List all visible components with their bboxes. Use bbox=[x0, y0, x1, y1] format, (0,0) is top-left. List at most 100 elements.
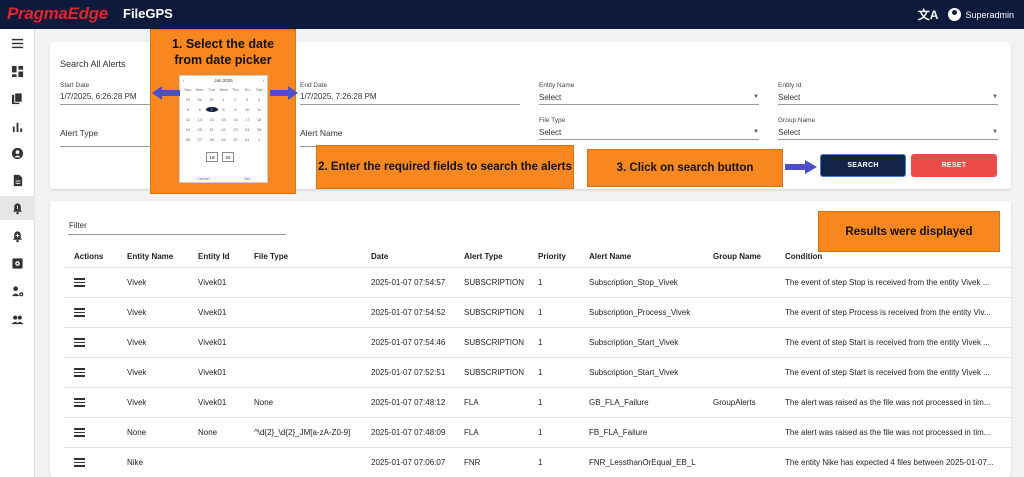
calendar-day[interactable]: 26 bbox=[182, 137, 194, 142]
next-month-icon[interactable]: › bbox=[263, 78, 265, 83]
sidebar-item-reports[interactable] bbox=[0, 114, 35, 138]
column-header-group-name[interactable]: Group Name bbox=[713, 246, 761, 267]
top-right-controls: 文A Superadmin bbox=[918, 6, 1014, 23]
prev-month-icon[interactable]: ‹ bbox=[183, 78, 185, 83]
search-button[interactable]: SEARCH bbox=[820, 154, 906, 177]
column-header-date[interactable]: Date bbox=[371, 246, 388, 267]
calendar-day[interactable]: 30 bbox=[194, 97, 206, 102]
sidebar-item-alert-settings[interactable] bbox=[0, 224, 35, 248]
calendar-day[interactable]: 9 bbox=[229, 107, 241, 112]
calendar-day[interactable]: 28 bbox=[206, 137, 218, 142]
column-header-entity-id[interactable]: Entity Id bbox=[198, 246, 230, 267]
sidebar-item-account[interactable] bbox=[0, 141, 35, 165]
row-actions-button[interactable] bbox=[74, 358, 85, 387]
calendar-day[interactable]: 17 bbox=[241, 117, 253, 122]
calendar-day[interactable]: 8 bbox=[218, 107, 230, 112]
cell-date: 2025-01-07 07:48:09 bbox=[371, 428, 446, 437]
file-type-field[interactable]: File Type Select ▼ bbox=[539, 117, 759, 140]
file-type-select[interactable]: Select ▼ bbox=[539, 127, 759, 140]
group-name-field[interactable]: Group Name Select ▼ bbox=[778, 117, 998, 140]
table-row[interactable]: Vivek Vivek01 None 2025-01-07 07:48:12 FLA 1 G… bbox=[64, 388, 1011, 418]
column-header-alert-type[interactable]: Alert Type bbox=[464, 246, 503, 267]
group-name-select[interactable]: Select ▼ bbox=[778, 127, 998, 140]
calendar-day[interactable]: 23 bbox=[229, 127, 241, 132]
calendar-day[interactable]: 1 bbox=[253, 137, 265, 142]
sidebar-item-groups[interactable] bbox=[0, 307, 35, 331]
alert-name-label: Alert Name bbox=[300, 128, 343, 138]
calendar-day[interactable]: 15 bbox=[218, 117, 230, 122]
sidebar-item-documents[interactable] bbox=[0, 168, 35, 192]
translate-icon[interactable]: 文A bbox=[918, 6, 939, 23]
sidebar-item-alerts[interactable] bbox=[0, 196, 35, 220]
calendar-day[interactable]: 22 bbox=[218, 127, 230, 132]
calendar-day[interactable]: 29 bbox=[182, 97, 194, 102]
column-header-entity-name[interactable]: Entity Name bbox=[127, 246, 173, 267]
hour-input[interactable]: 18 bbox=[206, 152, 218, 162]
calendar-day[interactable]: 29 bbox=[218, 137, 230, 142]
calendar-day[interactable]: 27 bbox=[194, 137, 206, 142]
entity-id-field[interactable]: Entity Id Select ▼ bbox=[778, 82, 998, 105]
sidebar-item-settings[interactable] bbox=[0, 251, 35, 275]
calendar-day[interactable]: 3 bbox=[241, 97, 253, 102]
calendar-day[interactable]: 18 bbox=[253, 117, 265, 122]
date-picker[interactable]: ‹ Jan 2025 › Sun Mon Tue Wed Thu Fri Sat 29 30 31… bbox=[179, 75, 268, 183]
table-row[interactable]: Vivek Vivek01 2025-01-07 07:52:51 SUBSCRIPT… bbox=[64, 358, 1011, 388]
menu-icon bbox=[74, 308, 85, 317]
calendar-day[interactable]: 24 bbox=[241, 127, 253, 132]
row-actions-button[interactable] bbox=[74, 328, 85, 357]
table-row[interactable]: Nike 2025-01-07 07:06:07 FNR 1 FNR_LessthanO… bbox=[64, 448, 1011, 477]
calendar-day[interactable]: 16 bbox=[229, 117, 241, 122]
calendar-day[interactable]: 20 bbox=[194, 127, 206, 132]
row-actions-button[interactable] bbox=[74, 298, 85, 327]
calendar-day[interactable]: 2 bbox=[229, 97, 241, 102]
entity-name-field[interactable]: Entity Name Select ▼ bbox=[539, 82, 759, 105]
sidebar-item-files[interactable] bbox=[0, 86, 35, 110]
user-menu[interactable]: Superadmin bbox=[948, 8, 1014, 21]
column-header-actions[interactable]: Actions bbox=[74, 246, 103, 267]
calendar-day[interactable]: 14 bbox=[206, 117, 218, 122]
calendar-day[interactable]: 5 bbox=[182, 107, 194, 112]
calendar-day[interactable]: 30 bbox=[229, 137, 241, 142]
calendar-day[interactable]: 4 bbox=[253, 97, 265, 102]
minute-input[interactable]: 26 bbox=[222, 152, 234, 162]
table-row[interactable]: Vivek Vivek01 2025-01-07 07:54:57 SUBSCRIPT… bbox=[64, 268, 1011, 298]
menu-icon bbox=[74, 368, 85, 377]
calendar-day[interactable]: 11 bbox=[253, 107, 265, 112]
table-row[interactable]: Vivek Vivek01 2025-01-07 07:54:46 SUBSCRIPT… bbox=[64, 328, 1011, 358]
sidebar-item-user-settings[interactable] bbox=[0, 279, 35, 303]
calendar-day[interactable]: 7 bbox=[205, 107, 218, 112]
column-header-priority[interactable]: Priority bbox=[538, 246, 566, 267]
entity-name-select[interactable]: Select ▼ bbox=[539, 92, 759, 105]
calendar-day[interactable]: 1 bbox=[218, 97, 230, 102]
filter-input[interactable] bbox=[68, 234, 286, 235]
sidebar-menu-toggle[interactable] bbox=[0, 31, 35, 55]
column-header-condition[interactable]: Condition bbox=[785, 246, 822, 267]
end-date-field[interactable]: End Date 1/7/2025, 7:26:28 PM bbox=[300, 82, 520, 105]
chevron-down-icon: ▼ bbox=[753, 129, 759, 135]
row-actions-button[interactable] bbox=[74, 388, 85, 417]
entity-id-select[interactable]: Select ▼ bbox=[778, 92, 998, 105]
column-header-alert-name[interactable]: Alert Name bbox=[589, 246, 631, 267]
alert-icon bbox=[12, 202, 23, 214]
calendar-day[interactable]: 13 bbox=[194, 117, 206, 122]
table-row[interactable]: Vivek Vivek01 2025-01-07 07:54:52 SUBSCRIPT… bbox=[64, 298, 1011, 328]
date-picker-set[interactable]: Set bbox=[244, 176, 250, 181]
calendar-day[interactable]: 12 bbox=[182, 117, 194, 122]
table-row[interactable]: None None ^\d{2}_\d{2}_JM[a-zA-Z0-9] 2025-0… bbox=[64, 418, 1011, 448]
calendar-day[interactable]: 31 bbox=[241, 137, 253, 142]
end-date-input[interactable]: 1/7/2025, 7:26:28 PM bbox=[300, 92, 520, 105]
row-actions-button[interactable] bbox=[74, 268, 85, 297]
calendar-day[interactable]: 31 bbox=[206, 97, 218, 102]
column-header-file-type[interactable]: File Type bbox=[254, 246, 288, 267]
calendar-day[interactable]: 6 bbox=[194, 107, 206, 112]
calendar-day[interactable]: 19 bbox=[182, 127, 194, 132]
reset-button[interactable]: RESET bbox=[911, 154, 997, 177]
date-picker-cancel[interactable]: Cancel bbox=[197, 176, 209, 181]
row-actions-button[interactable] bbox=[74, 418, 85, 447]
row-actions-button[interactable] bbox=[74, 448, 85, 477]
sidebar-item-dashboard[interactable] bbox=[0, 59, 35, 83]
calendar-day[interactable]: 25 bbox=[253, 127, 265, 132]
calendar-day[interactable]: 21 bbox=[206, 127, 218, 132]
calendar-day[interactable]: 10 bbox=[241, 107, 253, 112]
cell-priority: 1 bbox=[538, 338, 543, 347]
